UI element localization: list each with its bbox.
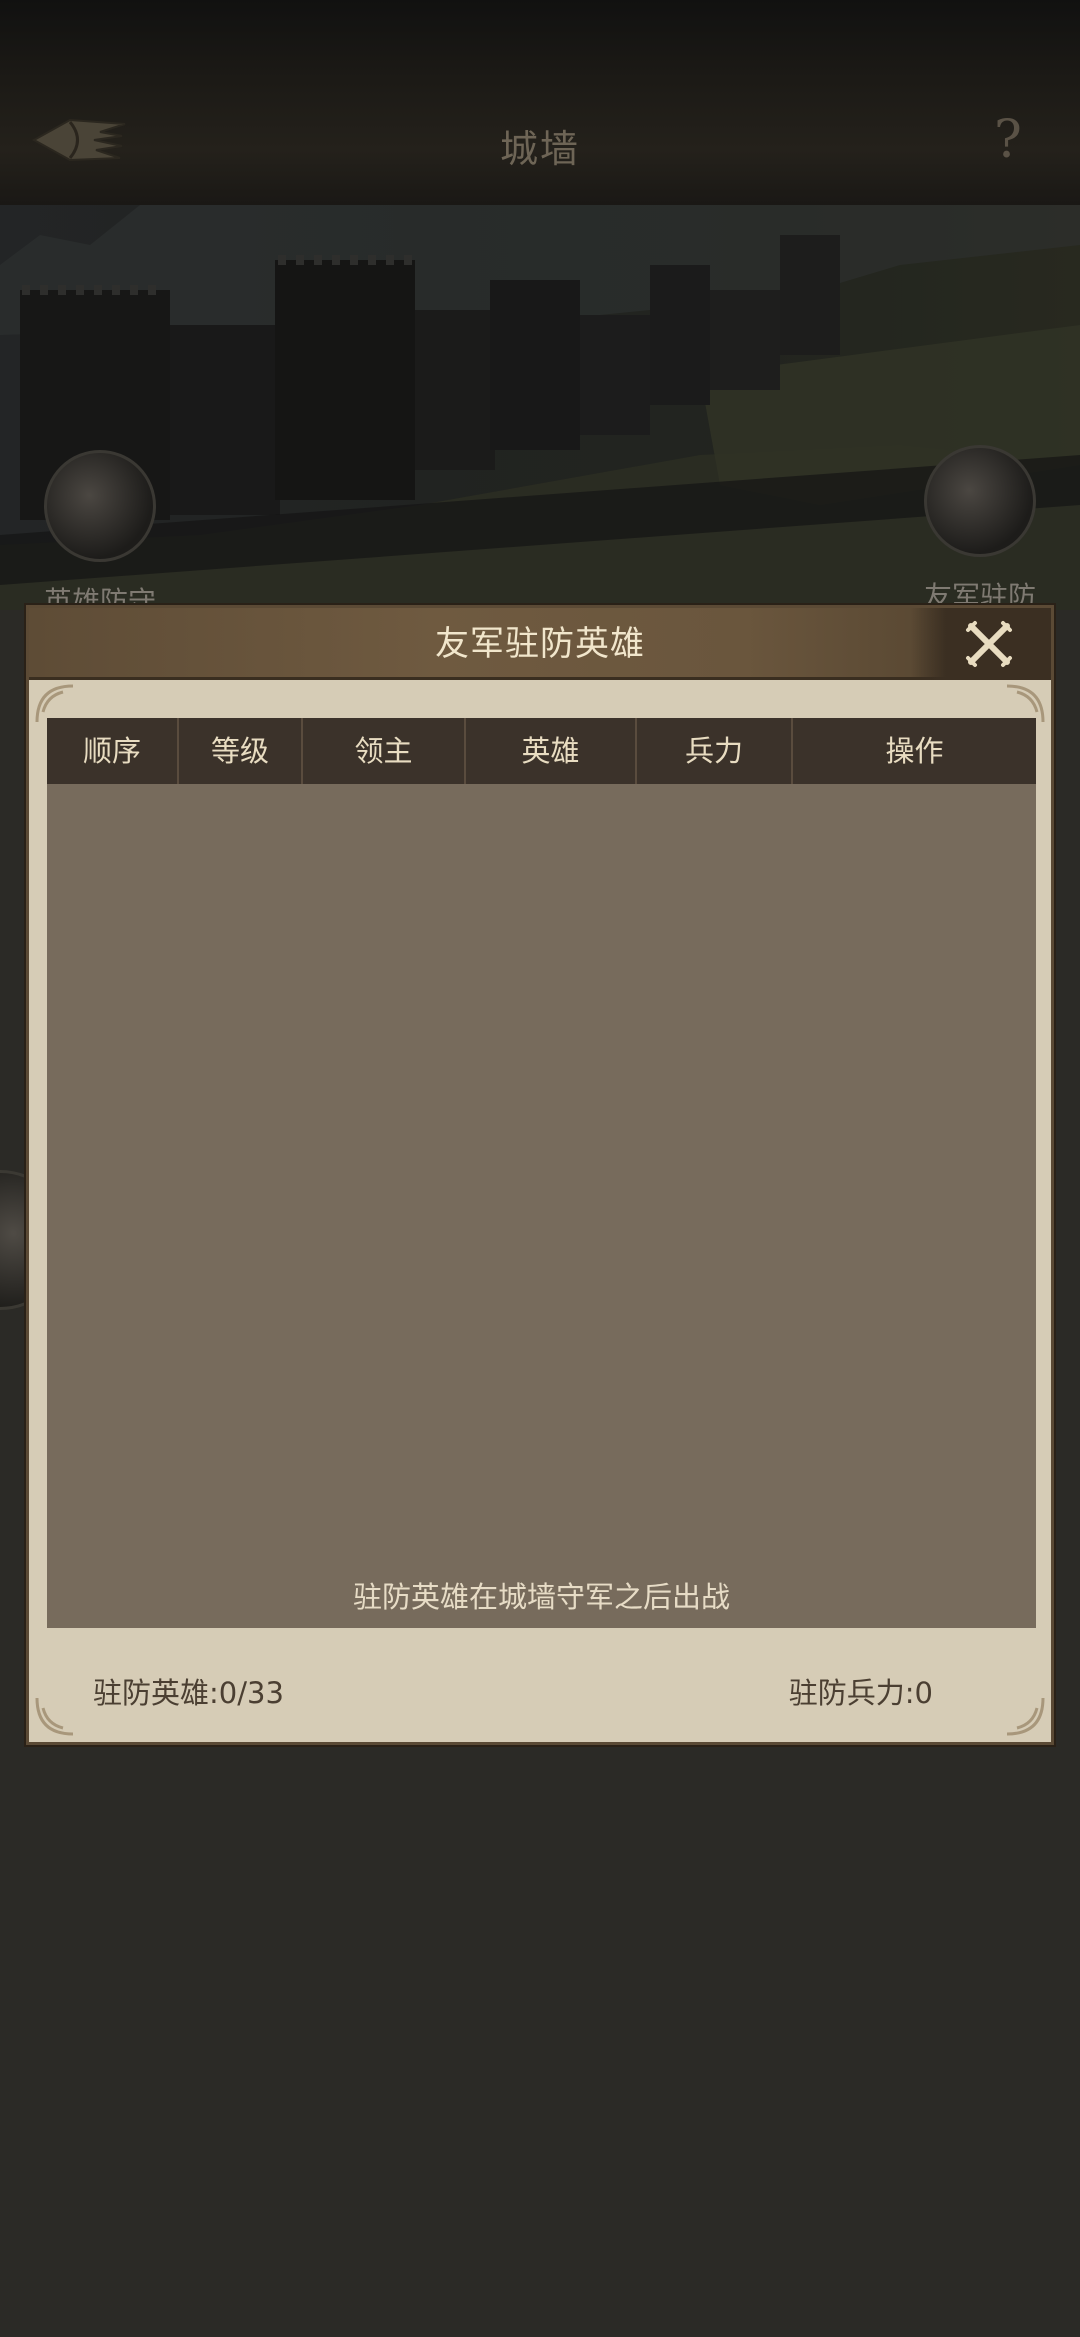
dialog-title: 友军驻防英雄 [435,624,645,664]
empty-hint: 驻防英雄在城墙守军之后出战 [352,1580,730,1614]
hero-helmet-icon [44,450,156,562]
column-order: 顺序 [47,718,179,784]
question-mark-icon: ? [994,110,1022,170]
garrison-heroes-count: 驻防英雄:0/33 [93,1676,284,1710]
ally-garrison-button[interactable]: 友军驻防 [885,445,1075,610]
help-button[interactable]: ? [986,110,1030,170]
garrison-table: 顺序 等级 领主 英雄 兵力 操作 驻防英雄在城墙守军之后出战 [47,718,1036,1628]
page-title: 城墙 [499,127,580,171]
column-lord: 领主 [303,718,466,784]
crossed-x-icon [966,621,1012,667]
dialog-header: 友军驻防英雄 [29,608,1051,680]
castle-scene: 英雄防守 友军驻防 [0,205,1080,610]
hero-defense-button[interactable]: 英雄防守 [5,450,195,610]
ally-garrison-dialog: 友军驻防英雄 顺序 等级 领主 英雄 兵力 操作 驻防英雄在城墙守军之后出战 驻… [26,605,1054,1745]
column-hero: 英雄 [466,718,637,784]
garrison-troops-count: 驻防兵力:0 [788,1676,933,1710]
table-header: 顺序 等级 领主 英雄 兵力 操作 [47,718,1036,784]
screen: 城墙 ? 英雄防守 友军驻防 友军驻防英雄 顺序 等级 领主 英雄 兵力 操作 … [0,0,1080,2337]
ornament-bottom-right [999,1690,1047,1738]
column-troops: 兵力 [637,718,793,784]
top-bar: 城墙 ? [0,0,1080,205]
crusader-helmet-icon [924,445,1036,557]
close-button[interactable] [911,608,1051,680]
ornament-bottom-left [33,1690,81,1738]
column-action: 操作 [885,734,944,768]
column-level: 等级 [179,718,303,784]
